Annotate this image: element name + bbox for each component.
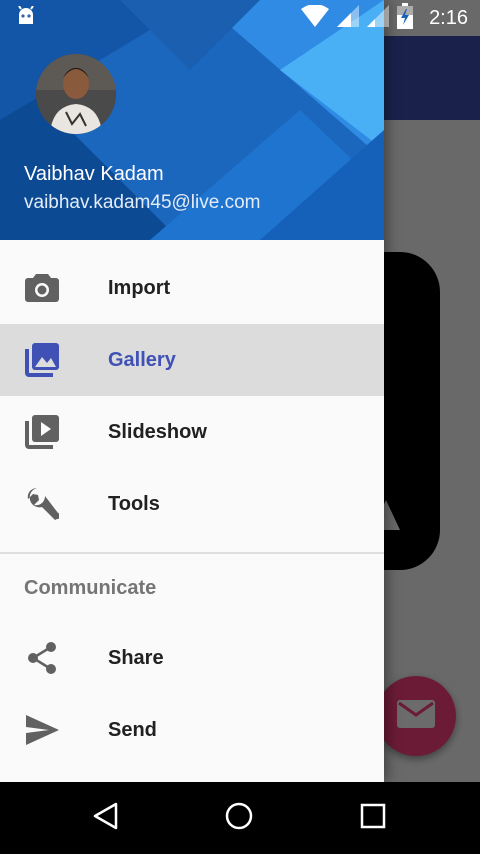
menu-item-gallery[interactable]: Gallery [0, 324, 384, 396]
signal-icon [337, 4, 360, 32]
signal-icon [367, 4, 390, 32]
back-button[interactable] [90, 802, 122, 834]
menu-item-label: Share [108, 646, 164, 669]
menu-item-label: Send [108, 718, 157, 741]
android-notification-icon [16, 4, 36, 31]
share-icon [24, 642, 60, 674]
drawer-header: Vaibhav Kadam vaibhav.kadam45@live.com [0, 0, 384, 240]
menu-item-send[interactable]: Send [0, 694, 384, 766]
status-time: 2:16 [429, 6, 468, 29]
wifi-icon [301, 3, 330, 32]
wrench-icon [24, 487, 60, 520]
menu-item-tools[interactable]: Tools [0, 468, 384, 540]
navigation-drawer: Vaibhav Kadam vaibhav.kadam45@live.com I… [0, 0, 384, 782]
home-icon [224, 801, 254, 836]
status-bar: 2:16 [0, 0, 480, 36]
recents-button[interactable] [357, 802, 389, 834]
send-icon [24, 714, 60, 746]
navigation-bar [0, 782, 480, 854]
battery-icon [397, 2, 414, 34]
menu-item-label: Gallery [108, 348, 176, 371]
slideshow-icon [24, 415, 60, 449]
user-name: Vaibhav Kadam [24, 163, 164, 185]
menu-item-label: Import [108, 276, 171, 299]
recents-icon [360, 803, 386, 834]
gallery-icon [24, 343, 60, 377]
menu-item-import[interactable]: Import [0, 252, 384, 324]
menu-item-label: Slideshow [108, 420, 207, 443]
user-email: vaibhav.kadam45@live.com [24, 192, 261, 213]
drawer-menu: Import Gallery Slideshow Tools Communica… [0, 252, 384, 766]
back-icon [92, 802, 120, 835]
avatar[interactable] [36, 54, 116, 134]
menu-item-slideshow[interactable]: Slideshow [0, 396, 384, 468]
camera-icon [24, 272, 60, 304]
menu-item-label: Tools [108, 492, 160, 515]
section-header-communicate: Communicate [24, 576, 157, 599]
menu-item-share[interactable]: Share [0, 622, 384, 694]
home-button[interactable] [223, 802, 255, 834]
